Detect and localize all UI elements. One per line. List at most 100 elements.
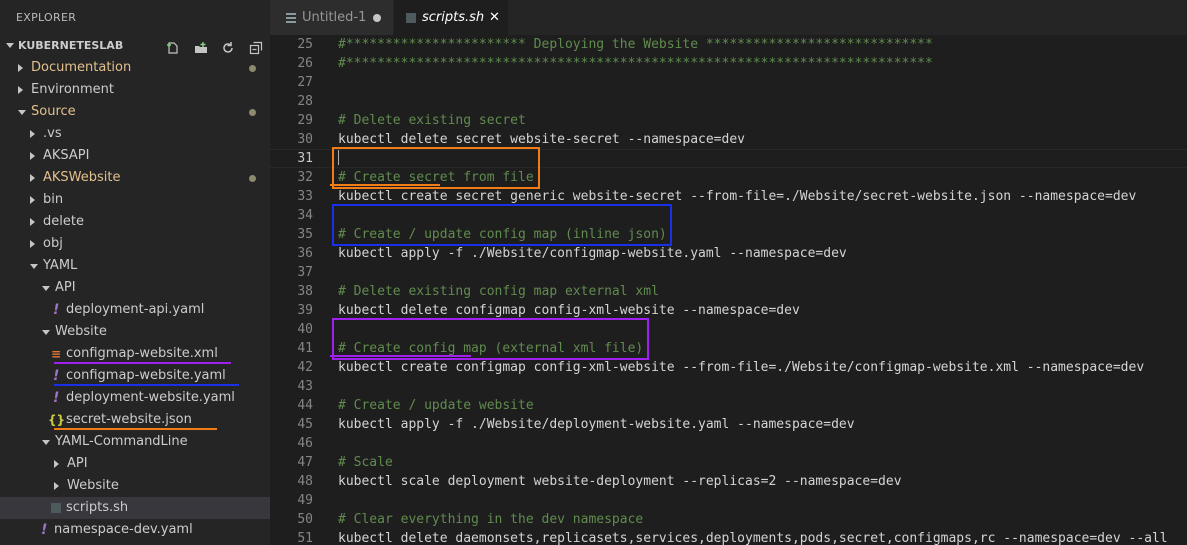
code-line[interactable]: 34 — [270, 206, 1187, 225]
folder-akswebsite[interactable]: AKSWebsite — [0, 167, 270, 189]
folder-source[interactable]: Source — [0, 101, 270, 123]
chevron-right-icon[interactable] — [30, 152, 35, 160]
line-text: kubectl scale deployment website-deploym… — [338, 474, 902, 489]
chevron-right-icon[interactable] — [54, 482, 59, 490]
tree-item-label: AKSAPI — [43, 148, 90, 163]
tree-item-label: Website — [67, 478, 119, 493]
folder-delete[interactable]: delete — [0, 211, 270, 233]
code-line[interactable]: 47 # Scale — [270, 453, 1187, 472]
code-line[interactable]: 31 — [270, 149, 1187, 168]
code-line[interactable]: 33 kubectl create secret generic website-… — [270, 187, 1187, 206]
code-line[interactable]: 36 kubectl apply -f ./Website/configmap-w… — [270, 244, 1187, 263]
line-text: #***************************************… — [338, 56, 933, 71]
new-folder-icon[interactable] — [194, 39, 208, 53]
code-line[interactable]: 25 #*********************** Deploying the… — [270, 35, 1187, 54]
code-line[interactable]: 26 #*************************************… — [270, 54, 1187, 73]
line-text: kubectl create configmap config-xml-webs… — [338, 360, 1145, 375]
code-line[interactable]: 51 kubectl delete daemonsets,replicasets,… — [270, 529, 1187, 545]
file-secret-website-json[interactable]: {} secret-website.json — [0, 409, 270, 431]
file-scripts-sh[interactable]: scripts.sh — [0, 497, 270, 519]
code-line[interactable]: 27 — [270, 73, 1187, 92]
unsaved-dot-icon[interactable] — [373, 14, 381, 22]
chevron-down-icon[interactable] — [30, 264, 38, 269]
chevron-right-icon[interactable] — [18, 86, 23, 94]
tree-item-label: API — [67, 456, 88, 471]
chevron-right-icon[interactable] — [30, 174, 35, 182]
chevron-down-icon[interactable] — [42, 440, 50, 445]
code-line[interactable]: 40 — [270, 320, 1187, 339]
chevron-down-icon[interactable] — [18, 110, 26, 115]
file-deployment-website-yaml[interactable]: ! deployment-website.yaml — [0, 387, 270, 409]
code-line[interactable]: 44 # Create / update website — [270, 396, 1187, 415]
file-deployment-api-yaml[interactable]: ! deployment-api.yaml — [0, 299, 270, 321]
line-number: 25 — [297, 37, 313, 52]
line-number: 31 — [297, 151, 313, 166]
code-line[interactable]: 37 — [270, 263, 1187, 282]
code-line[interactable]: 29 # Delete existing secret — [270, 111, 1187, 130]
tree-item-label: namespace-dev.yaml — [54, 522, 193, 537]
explorer-sidebar: EXPLORER KUBERNETESLAB Documentation Envi… — [0, 0, 270, 545]
line-number: 38 — [297, 284, 313, 299]
tab-scripts-sh[interactable]: scripts.sh ✕ — [394, 0, 508, 35]
collapse-all-icon[interactable] — [249, 39, 263, 55]
code-line[interactable]: 28 — [270, 92, 1187, 111]
yaml-file-icon: ! — [53, 302, 60, 318]
refresh-icon[interactable] — [221, 39, 235, 53]
code-line[interactable]: 42 kubectl create configmap config-xml-we… — [270, 358, 1187, 377]
folder-aksapi[interactable]: AKSAPI — [0, 145, 270, 167]
code-line[interactable]: 46 — [270, 434, 1187, 453]
new-file-icon[interactable] — [166, 39, 180, 54]
folder-environment[interactable]: Environment — [0, 79, 270, 101]
chevron-right-icon[interactable] — [30, 130, 35, 138]
file-namespace-dev-yaml[interactable]: ! namespace-dev.yaml — [0, 519, 270, 541]
folder-website[interactable]: Website — [0, 475, 270, 497]
folder-yaml-commandline[interactable]: YAML-CommandLine — [0, 431, 270, 453]
code-line[interactable]: 48 kubectl scale deployment website-deplo… — [270, 472, 1187, 491]
tree-item-label: scripts.sh — [66, 500, 129, 515]
workspace-section-header[interactable]: KUBERNETESLAB — [0, 35, 270, 57]
folder-api[interactable]: API — [0, 277, 270, 299]
annotation-underline — [54, 384, 239, 386]
folder-bin[interactable]: bin — [0, 189, 270, 211]
line-number: 34 — [297, 208, 313, 223]
line-number: 43 — [297, 379, 313, 394]
code-line[interactable]: 38 # Delete existing config map external … — [270, 282, 1187, 301]
folder--vs[interactable]: .vs — [0, 123, 270, 145]
code-line[interactable]: 50 # Clear everything in the dev namespac… — [270, 510, 1187, 529]
tab-untitled-1[interactable]: Untitled-1 — [270, 0, 393, 35]
line-text: # Scale — [338, 455, 393, 470]
line-number: 50 — [297, 512, 313, 527]
file-configmap-website-yaml[interactable]: ! configmap-website.yaml — [0, 365, 270, 387]
close-icon[interactable]: ✕ — [489, 0, 500, 35]
line-number: 51 — [297, 531, 313, 545]
chevron-right-icon[interactable] — [30, 196, 35, 204]
code-line[interactable]: 49 — [270, 491, 1187, 510]
code-line[interactable]: 43 — [270, 377, 1187, 396]
folder-yaml[interactable]: YAML — [0, 255, 270, 277]
folder-website[interactable]: Website — [0, 321, 270, 343]
chevron-down-icon[interactable] — [42, 330, 50, 335]
line-number: 32 — [297, 170, 313, 185]
explorer-title: EXPLORER — [16, 11, 77, 24]
modified-dot-icon — [249, 65, 256, 72]
chevron-down-icon[interactable] — [42, 286, 50, 291]
line-text: kubectl delete secret website-secret --n… — [338, 132, 745, 147]
code-line[interactable]: 45 kubectl apply -f ./Website/deployment-… — [270, 415, 1187, 434]
chevron-right-icon[interactable] — [18, 64, 23, 72]
code-editor[interactable]: 25 #*********************** Deploying the… — [270, 35, 1187, 545]
folder-api[interactable]: API — [0, 453, 270, 475]
code-line[interactable]: 30 kubectl delete secret website-secret -… — [270, 130, 1187, 149]
line-text: # Create / update website — [338, 398, 534, 413]
code-line[interactable]: 35 # Create / update config map (inline j… — [270, 225, 1187, 244]
code-line[interactable]: 39 kubectl delete configmap config-xml-we… — [270, 301, 1187, 320]
folder-obj[interactable]: obj — [0, 233, 270, 255]
chevron-right-icon[interactable] — [30, 240, 35, 248]
tree-item-label: deployment-website.yaml — [66, 390, 235, 405]
folder-documentation[interactable]: Documentation — [0, 57, 270, 79]
tree-item-label: deployment-api.yaml — [66, 302, 205, 317]
editor-area: Untitled-1 scripts.sh ✕ 25 #*************… — [270, 0, 1187, 545]
chevron-right-icon[interactable] — [54, 460, 59, 468]
chevron-right-icon[interactable] — [30, 218, 35, 226]
file-configmap-website-xml[interactable]: ≡ configmap-website.xml — [0, 343, 270, 365]
line-text: kubectl delete configmap config-xml-webs… — [338, 303, 800, 318]
